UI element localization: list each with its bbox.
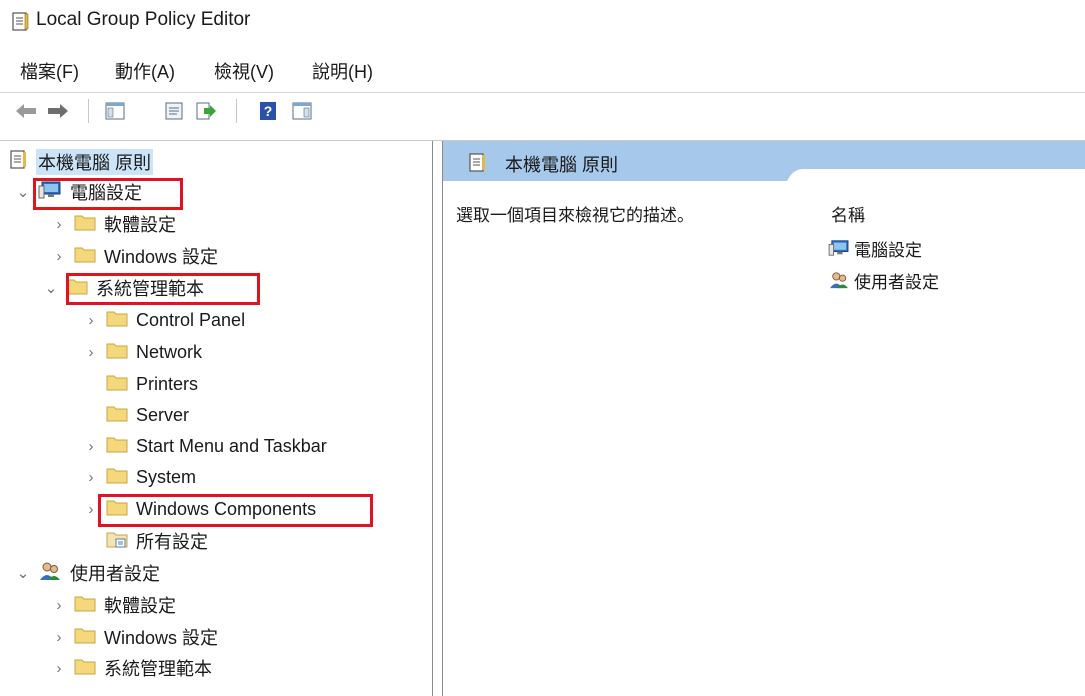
list-item-computer-config[interactable]: 電腦設定	[828, 235, 922, 261]
show-hide-tree-icon[interactable]	[103, 99, 127, 123]
menu-bar: 檔案(F) 動作(A) 檢視(V) 說明(H)	[0, 52, 1085, 86]
back-icon[interactable]	[14, 99, 38, 123]
highlight-computer-config	[33, 178, 183, 210]
tree-control-panel-label: Control Panel	[136, 309, 246, 330]
tree-comp-software-label: 軟體設定	[104, 215, 176, 235]
forward-icon[interactable]	[46, 99, 70, 123]
folder-icon	[106, 341, 128, 364]
tree-user-software[interactable]: › 軟體設定	[52, 590, 176, 620]
policy-editor-icon	[12, 12, 30, 37]
toolbar: ?	[0, 92, 1085, 131]
chevron-right-icon[interactable]: ›	[52, 597, 66, 614]
settings-folder-icon	[106, 530, 128, 553]
folder-icon	[74, 657, 96, 680]
tree-all-settings-label: 所有設定	[136, 532, 208, 552]
tree-root-label: 本機電腦 原則	[36, 149, 154, 175]
list-item-user-config[interactable]: 使用者設定	[828, 267, 939, 293]
tree-user-admin-label: 系統管理範本	[104, 659, 212, 679]
main-split: 本機電腦 原則 ⌄ 電腦設定 › 軟體設定 › Windows 設定 ⌄ 系統管…	[0, 140, 1085, 696]
users-icon	[38, 561, 62, 586]
details-title: 本機電腦 原則	[505, 155, 619, 175]
folder-icon	[74, 594, 96, 617]
tree-server-label: Server	[136, 404, 190, 425]
chevron-right-icon[interactable]: ›	[52, 248, 66, 265]
title-bar: Local Group Policy Editor	[0, 0, 1085, 44]
tree-pane: 本機電腦 原則 ⌄ 電腦設定 › 軟體設定 › Windows 設定 ⌄ 系統管…	[0, 141, 433, 696]
tree-printers[interactable]: Printers	[84, 369, 198, 399]
list-item-label: 電腦設定	[854, 240, 922, 260]
menu-help[interactable]: 說明(H)	[308, 56, 377, 86]
export-list-icon[interactable]	[194, 99, 218, 123]
tree-user-admin[interactable]: › 系統管理範本	[52, 653, 212, 683]
folder-icon	[74, 213, 96, 236]
folder-icon	[74, 245, 96, 268]
folder-icon	[106, 404, 128, 427]
chevron-right-icon[interactable]: ›	[84, 344, 98, 361]
list-item-label: 使用者設定	[854, 272, 939, 292]
svg-text:?: ?	[264, 103, 273, 119]
tree-comp-windows-label: Windows 設定	[104, 247, 219, 267]
tree-system-label: System	[136, 466, 197, 487]
tree-user-config-label: 使用者設定	[70, 564, 160, 584]
tree-control-panel[interactable]: › Control Panel	[84, 305, 246, 335]
tree-network-label: Network	[136, 341, 203, 362]
tree-comp-software[interactable]: › 軟體設定	[52, 209, 176, 239]
description-text: 選取一個項目來檢視它的描述。	[456, 206, 694, 225]
policy-doc-icon	[469, 153, 487, 178]
tree-user-software-label: 軟體設定	[104, 596, 176, 616]
tree-network[interactable]: › Network	[84, 337, 203, 367]
folder-icon	[74, 626, 96, 649]
chevron-right-icon[interactable]: ›	[52, 660, 66, 677]
menu-action[interactable]: 動作(A)	[111, 56, 179, 86]
folder-icon	[106, 435, 128, 458]
action-pane-icon[interactable]	[290, 99, 314, 123]
computer-icon	[828, 240, 849, 256]
tree-start-menu-label: Start Menu and Taskbar	[136, 435, 327, 456]
details-pane: 本機電腦 原則 選取一個項目來檢視它的描述。 名稱 電腦設定 使用者設定	[442, 141, 1085, 696]
folder-icon	[106, 373, 128, 396]
tree-all-settings[interactable]: 所有設定	[84, 526, 208, 556]
chevron-down-icon[interactable]: ⌄	[16, 564, 30, 582]
tree-root[interactable]: 本機電腦 原則	[10, 147, 154, 177]
tree-user-windows[interactable]: › Windows 設定	[52, 622, 218, 652]
folder-icon	[106, 466, 128, 489]
highlight-admin-templates	[66, 273, 260, 305]
tree-printers-label: Printers	[136, 373, 199, 394]
column-header-name[interactable]: 名稱	[831, 201, 865, 226]
highlight-windows-components	[98, 494, 373, 527]
tree-start-menu[interactable]: › Start Menu and Taskbar	[84, 431, 327, 461]
tree-system[interactable]: › System	[84, 462, 197, 492]
chevron-right-icon[interactable]: ›	[84, 438, 98, 455]
users-icon	[830, 272, 848, 289]
tree-comp-windows[interactable]: › Windows 設定	[52, 241, 218, 271]
chevron-right-icon[interactable]: ›	[52, 216, 66, 233]
chevron-right-icon[interactable]: ›	[52, 629, 66, 646]
menu-file[interactable]: 檔案(F)	[16, 56, 83, 86]
properties-icon[interactable]	[162, 99, 186, 123]
chevron-right-icon[interactable]: ›	[84, 469, 98, 486]
tree-user-config[interactable]: ⌄ 使用者設定	[16, 558, 160, 588]
menu-view[interactable]: 檢視(V)	[210, 56, 278, 86]
help-icon[interactable]: ?	[256, 99, 280, 123]
tree-user-windows-label: Windows 設定	[104, 628, 219, 648]
chevron-down-icon[interactable]: ⌄	[44, 279, 58, 297]
chevron-right-icon[interactable]: ›	[84, 312, 98, 329]
folder-icon	[106, 309, 128, 332]
policy-doc-icon	[10, 149, 28, 175]
chevron-down-icon[interactable]: ⌄	[16, 183, 30, 201]
chevron-right-icon[interactable]: ›	[84, 501, 98, 518]
tree-server[interactable]: Server	[84, 400, 189, 430]
details-header: 本機電腦 原則	[443, 141, 1085, 181]
window-title: Local Group Policy Editor	[36, 9, 251, 30]
